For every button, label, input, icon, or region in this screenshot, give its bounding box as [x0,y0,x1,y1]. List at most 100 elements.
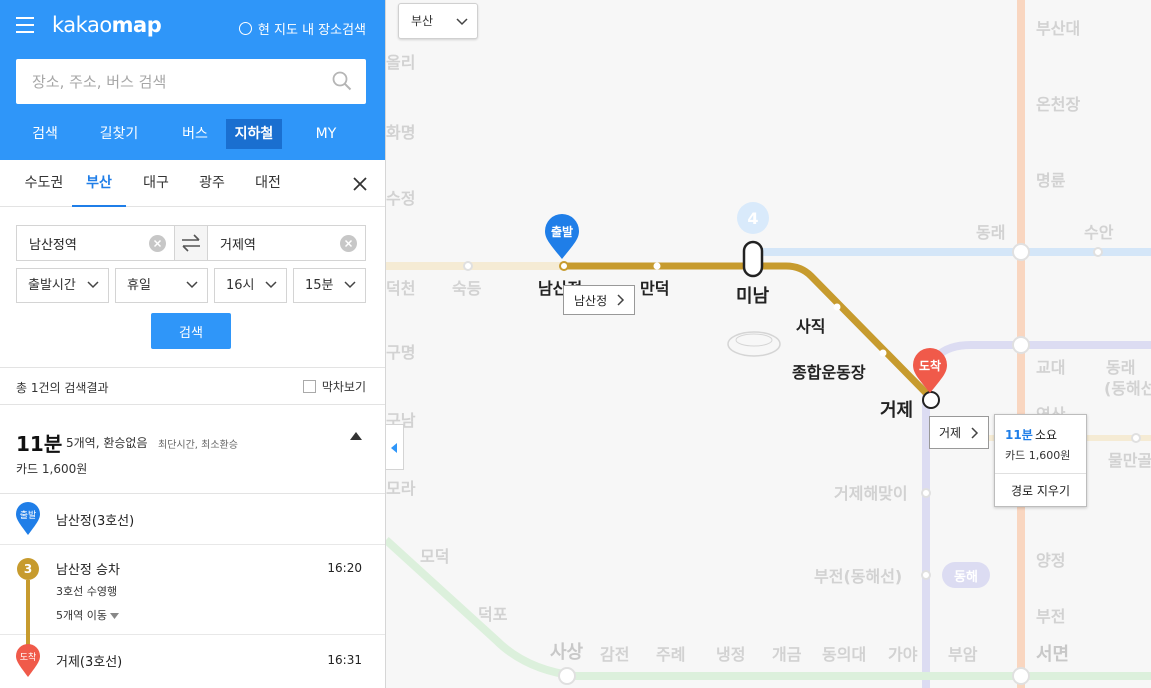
tab-subway[interactable]: 지하철 [226,119,282,149]
donghae-badge-label: 동해 [954,569,978,585]
chevron-down-icon [87,281,99,289]
station-bujeon: 부전 [1036,607,1065,626]
station-dongeuidae: 동의대 [822,645,866,664]
end-pin-label: 도착 [20,652,37,663]
clear-origin-icon[interactable] [149,235,166,252]
board-time: 16:20 [327,561,362,575]
chevron-down-icon [265,281,277,289]
station-yangjeong: 양정 [1036,551,1065,570]
region-tab-capital[interactable]: 수도권 [16,160,72,207]
sidebar-header: kakaomap 현 지도 내 장소검색 검색 길찾기 버스 지하철 MY [0,0,385,160]
main-tabs: 검색 길찾기 버스 지하철 MY [16,119,370,149]
station-geoje: 거제 [880,400,913,421]
close-icon[interactable] [352,176,368,192]
map-area-search-toggle[interactable]: 현 지도 내 장소검색 [238,19,366,38]
search-input[interactable] [16,59,316,104]
line3-badge: 3 [17,558,39,580]
last-train-toggle[interactable]: 막차보기 [302,378,366,395]
station-sajik: 사직 [796,317,825,336]
kakaomap-logo[interactable]: kakaomap [52,13,162,37]
day-type-select[interactable]: 휴일 [115,268,208,303]
station-deokcheon: 덕천 [386,279,415,298]
end-station-callout[interactable]: 거제 [929,416,989,449]
station-sasang: 사상 [550,642,584,663]
namsanjeong-dot[interactable] [559,261,569,271]
region-tabs: 수도권 부산 대구 광주 대전 [0,160,385,207]
station-jurye: 주례 [656,645,685,664]
tab-directions[interactable]: 길찾기 [74,119,164,149]
route-info-fare: 카드 1,600원 [1005,449,1071,462]
end-station-label: 거제(3호선) [56,655,123,670]
step-board[interactable]: 3 남산정 승차 16:20 3호선 수영행 5개역 이동 [0,545,385,650]
summary-time: 11분 [16,432,63,456]
stops-toggle[interactable]: 5개역 이동 [56,607,120,623]
region-tab-gwangju[interactable]: 광주 [184,160,240,207]
step-end[interactable]: 도착 거제(3호선) 16:31 [0,635,385,688]
start-pin-label: 출발 [20,510,37,521]
caret-up-icon[interactable] [350,432,362,440]
station-myeongnyun: 명륜 [1036,171,1066,190]
map-start-pin-icon[interactable]: 출발 [544,214,580,260]
subway-map[interactable]: 4 남산정 만덕 미남 사직 종합운동장 거제 부산대 온천장 명륜 동래 수안… [386,0,1151,688]
station-mandeok: 만덕 [640,279,669,298]
departure-type-select[interactable]: 출발시간 [16,268,109,303]
station-dongnae-donghae-sub: (동해선) [1104,379,1151,398]
map-region-select[interactable]: 부산 [398,3,478,39]
search-icon[interactable] [332,71,352,91]
station-busandae: 부산대 [1036,19,1080,38]
menu-icon[interactable] [16,17,34,33]
map-end-pin-icon[interactable]: 도착 [912,348,948,394]
route-summary[interactable]: 11분 5개역, 환승없음 최단시간, 최소환승 카드 1,600원 [0,406,385,494]
station-mulmangol: 물만골 [1108,451,1151,470]
sidebar-collapse-button[interactable] [386,424,404,470]
region-tab-daejeon[interactable]: 대전 [240,160,296,207]
minute-select[interactable]: 15분 [293,268,366,303]
geoje-transfer[interactable] [922,391,940,409]
result-count: 총 1건의 검색결과 [16,381,109,395]
result-bar: 총 1건의 검색결과 막차보기 [0,367,385,405]
station-dongnae: 동래 [976,223,1005,242]
chevron-right-icon [971,426,979,439]
swap-button[interactable] [174,226,208,260]
station-hwamyeong: 화명 [386,123,415,142]
summary-detail: 5개역, 환승없음 [66,436,148,450]
end-time: 16:31 [327,653,362,667]
line4-badge-label: 4 [747,209,758,228]
step-start[interactable]: 출발 남산정(3호선) [0,494,385,545]
region-tab-busan[interactable]: 부산 [72,160,126,207]
swap-icon [182,234,200,252]
tab-my[interactable]: MY [282,119,370,149]
station-geoje-haemaji: 거제해맞이 [834,484,908,503]
stadium-icon [727,331,781,357]
last-train-checkbox[interactable] [302,380,316,393]
hour-select[interactable]: 16시 [214,268,287,303]
route-inputs [16,225,366,261]
tab-search[interactable]: 검색 [16,119,74,149]
station-sports-complex: 종합운동장 [792,363,866,382]
station-olli: 올리 [386,53,415,72]
station-mora: 모라 [386,479,416,498]
end-pin-icon: 도착 [16,644,40,677]
start-station-callout[interactable]: 남산정 [563,285,635,315]
clear-route-button[interactable]: 경로 지우기 [995,473,1086,507]
station-gaya: 가야 [888,645,918,664]
region-tab-daegu[interactable]: 대구 [128,160,184,207]
minam-transfer[interactable] [742,240,764,278]
station-gaegeum: 개금 [772,645,802,664]
map-start-pin-label: 출발 [551,224,573,239]
tab-bus[interactable]: 버스 [164,119,226,149]
station-dongnae-donghae: 동래 [1106,358,1135,377]
station-suan: 수안 [1084,223,1114,242]
station-bujeon-donghae: 부전(동해선) [814,567,902,586]
time-selects: 출발시간 휴일 16시 15분 [16,268,366,303]
station-naengjeong: 냉정 [716,645,745,664]
chevron-down-icon [186,281,198,289]
station-buam: 부암 [948,645,978,664]
subway-map-canvas: 4 남산정 만덕 미남 사직 종합운동장 거제 부산대 온천장 명륜 동래 수안… [386,0,1151,688]
station-gamjeon: 감전 [600,645,629,664]
summary-fare: 카드 1,600원 [16,462,88,476]
clear-destination-icon[interactable] [340,235,357,252]
sidebar: kakaomap 현 지도 내 장소검색 검색 길찾기 버스 지하철 MY 수도… [0,0,386,688]
station-sukdeung: 숙등 [452,279,482,298]
route-search-button[interactable]: 검색 [151,313,231,349]
